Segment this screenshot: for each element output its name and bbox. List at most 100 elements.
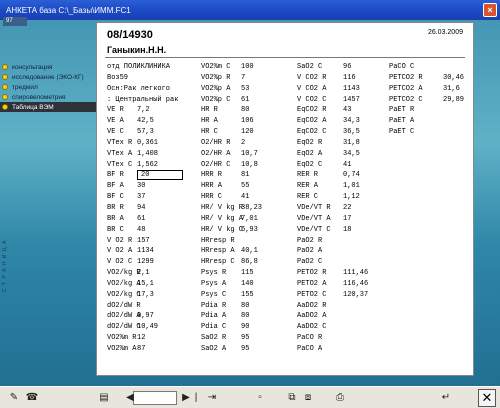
field-label: : Центральный рак	[107, 95, 179, 104]
paste-button[interactable]: ⧈	[300, 390, 316, 406]
data-row: VTex A 1,408	[107, 149, 201, 160]
document-date: 26.03.2009	[427, 29, 463, 36]
field-value: 80	[241, 312, 250, 321]
field-value: 38,23	[241, 203, 263, 212]
data-row: PETCO2 A 31,6	[389, 84, 473, 95]
data-row: VO2/kg A 15,1	[107, 279, 201, 290]
data-row: BR R 94	[107, 203, 201, 214]
sidebar-item[interactable]: Таблица ВЭМ	[0, 102, 96, 112]
insert-button[interactable]: ⇥	[204, 390, 220, 406]
field-label: dO2/dW C	[107, 323, 141, 332]
data-row: VE R 7,2	[107, 105, 201, 116]
data-row: VDe/VT C 18	[297, 225, 389, 236]
field-label: VTex A	[107, 149, 133, 158]
sidebar-item[interactable]: консультация	[0, 62, 96, 72]
data-row: PaET C	[389, 127, 473, 138]
data-row: VE A 42,5	[107, 116, 201, 127]
prev-button[interactable]: ◀	[122, 390, 138, 406]
field-label: HR/ V kg A	[201, 214, 244, 223]
field-label: V O2 A	[107, 247, 133, 256]
page-number-field[interactable]	[133, 391, 177, 405]
field-label: HR A	[201, 117, 218, 126]
close-button[interactable]: ✕	[478, 389, 496, 407]
field-value: 80	[241, 106, 250, 115]
page-button[interactable]: ▤	[96, 390, 112, 406]
field-label: SaO2 C	[297, 63, 323, 71]
field-label: SaO2 A	[201, 344, 227, 353]
field-value: 30,46	[443, 73, 465, 82]
field-label: VO2/kg C	[107, 290, 141, 299]
field-label: Psys R	[201, 269, 227, 278]
data-row: VO2%p A 53	[201, 84, 297, 95]
field-value: 111,46	[343, 269, 369, 278]
field-value: 1143	[343, 84, 360, 93]
data-row: PETO2 R 111,46	[297, 268, 389, 279]
data-row: отд ПОЛИКЛИНИКА	[107, 62, 201, 73]
data-row: EqO2 C 41	[297, 160, 389, 171]
field-value: 94	[137, 203, 146, 212]
field-label: BR C	[107, 225, 124, 234]
data-row: VO2%m R 12	[107, 333, 201, 344]
phone-button[interactable]: ☎	[24, 390, 40, 406]
sidebar-item[interactable]: исследование (ЭКО-КГ)	[0, 72, 96, 82]
data-row: VO2%m C 100	[201, 62, 297, 73]
data-column-1: отд ПОЛИКЛИНИКА Воз59 Осн:Рак легкого: Цен…	[107, 62, 201, 355]
print-button[interactable]: ⎙	[332, 390, 348, 406]
field-value: 0,74	[343, 171, 360, 180]
data-row: : Центральный рак	[107, 95, 201, 106]
sidebar-item[interactable]: тредмил	[0, 82, 96, 92]
field-value: 120,37	[343, 290, 369, 299]
sidebar-item[interactable]: спировелометрия	[0, 92, 96, 102]
data-row: PaET A	[389, 116, 473, 127]
bottom-toolbar: ✕ ✎ ☎ ▤ ◀ ▶ | ⇥ ▫ ⧉ ⧈ ⎙ ↵	[0, 386, 500, 408]
focused-value-field[interactable]: 20	[137, 170, 183, 181]
field-label: Psys A	[201, 279, 227, 288]
data-column-2: VO2%m C 100 VO2%p R 7 VO2%p A 53 VO2%p C 61 HR R…	[201, 62, 297, 355]
field-value: 42,5	[137, 117, 154, 126]
field-label: HRresp C	[201, 258, 235, 267]
field-value: 116,46	[343, 279, 369, 288]
field-value: 140	[241, 279, 254, 288]
field-label: PaO2 R	[297, 236, 323, 245]
field-label: AaDO2 R	[297, 301, 327, 310]
field-label: BF C	[107, 193, 124, 202]
data-row: BR A 61	[107, 214, 201, 225]
field-label: VTex R	[107, 138, 133, 147]
data-row: HR/ V kg C 6,93	[201, 225, 297, 236]
data-row: VO2/kg R 2,1	[107, 268, 201, 279]
marker-button[interactable]: |	[188, 390, 204, 406]
field-label: Воз59	[107, 73, 129, 82]
new-doc-button[interactable]: ▫	[252, 390, 268, 406]
field-label: EqCO2 A	[297, 117, 327, 126]
data-row: dO2/dW A 9,97	[107, 311, 201, 322]
edit-doc-button[interactable]: ✎	[6, 390, 22, 406]
data-row: Осн:Рак легкого	[107, 84, 201, 95]
field-value: 1,562	[137, 160, 159, 169]
enter-button[interactable]: ↵	[438, 390, 454, 406]
field-label: VE C	[107, 128, 124, 137]
field-label: VDe/VT C	[297, 225, 331, 234]
data-row: PETO2 C 120,37	[297, 290, 389, 301]
field-label: PETCO2 R	[389, 73, 423, 82]
data-row: HR/ V kg A 7,01	[201, 214, 297, 225]
field-label: PETCO2 C	[389, 95, 423, 104]
window-close-button[interactable]: ×	[483, 3, 497, 17]
field-label: V CO2 C	[297, 95, 327, 104]
data-row: dO2/dW R	[107, 301, 201, 312]
copy-button[interactable]: ⧉	[284, 390, 300, 406]
field-value: 7	[241, 73, 246, 82]
field-label: PETO2 C	[297, 290, 327, 299]
data-row: PaCO C	[389, 62, 473, 73]
field-label: VO2%m R	[107, 334, 137, 343]
data-row: HR A 106	[201, 116, 297, 127]
data-row: HR C 120	[201, 127, 297, 138]
field-label: EqO2 R	[297, 138, 323, 147]
field-value: 10,8	[241, 160, 258, 169]
data-row: EqO2 A 34,5	[297, 149, 389, 160]
data-row: SaO2 A 95	[201, 344, 297, 355]
data-row: VDe/VT A 17	[297, 214, 389, 225]
field-value: 31,6	[443, 84, 460, 93]
field-value: 1457	[343, 95, 360, 104]
field-value: 115	[241, 269, 254, 278]
field-value: 61	[137, 214, 146, 223]
